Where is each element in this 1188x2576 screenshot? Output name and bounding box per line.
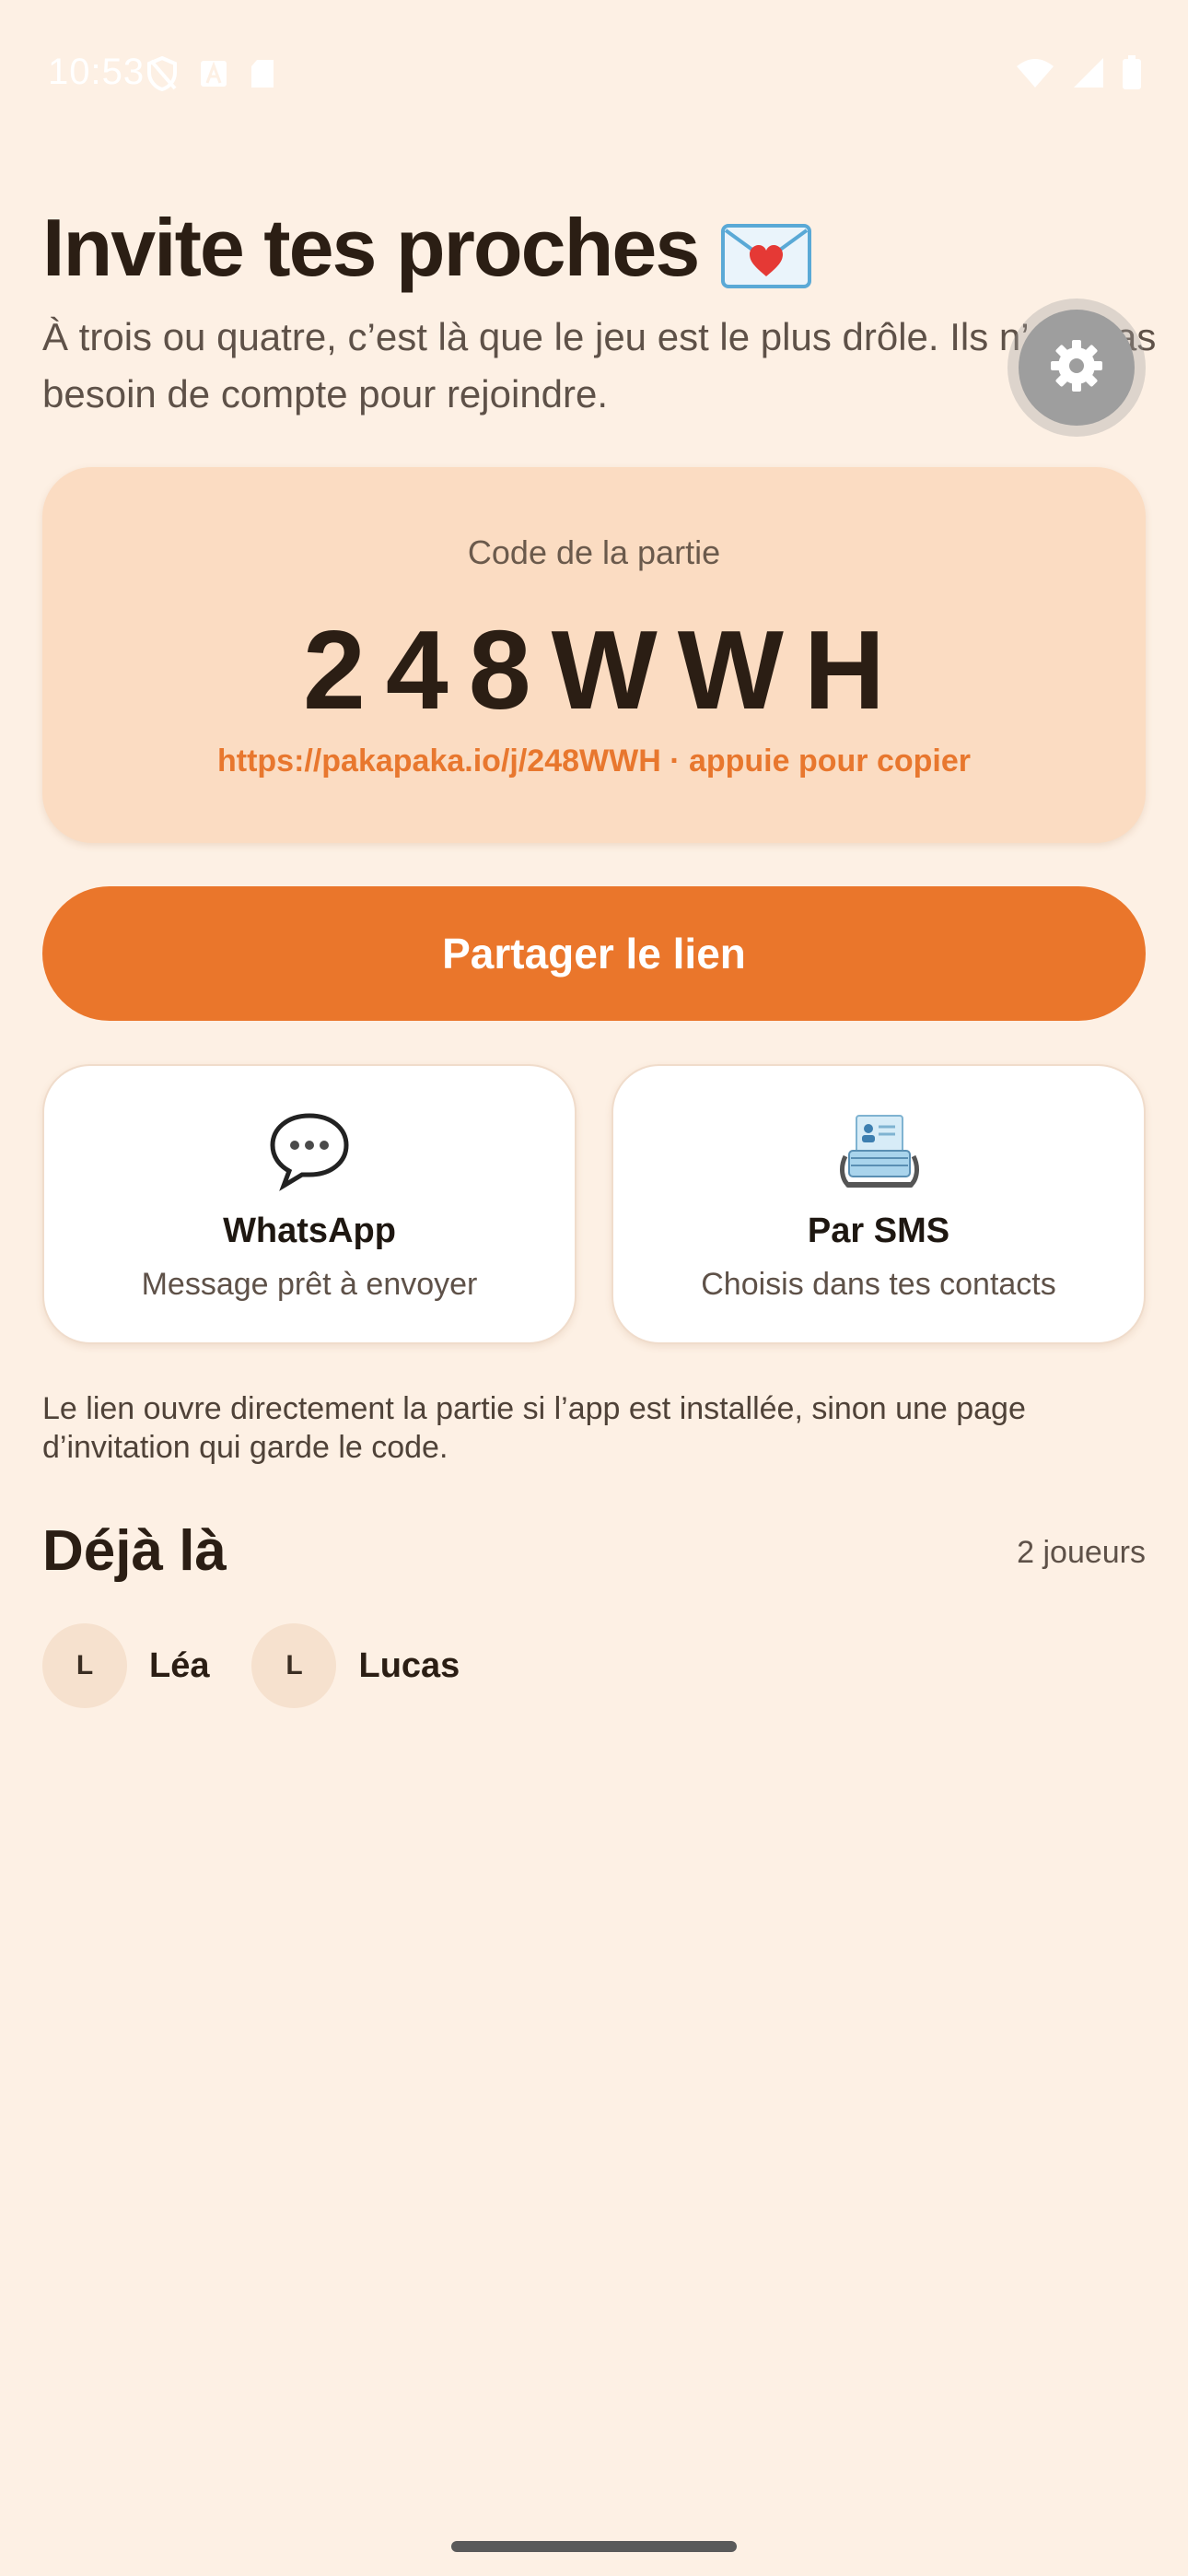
page-title: Invite tes proches [42, 201, 812, 295]
rolodex-icon [613, 1110, 1144, 1195]
settings-button[interactable] [1007, 299, 1146, 437]
status-bar: 10:53 [0, 0, 1188, 147]
player-item: L Léa [42, 1623, 209, 1708]
battery-icon [1122, 55, 1142, 95]
wifi-icon [1015, 57, 1055, 93]
shield-off-icon [146, 55, 179, 97]
page-title-text: Invite tes proches [42, 202, 700, 293]
player-item: L Lucas [251, 1623, 460, 1708]
player-count: 2 joueurs [1017, 1535, 1146, 1570]
gear-icon [1047, 336, 1106, 400]
code-label: Code de la partie [467, 533, 721, 571]
love-letter-icon [720, 215, 812, 288]
settings-button-inner [1019, 310, 1135, 426]
signal-icon [1072, 56, 1105, 94]
page-subtitle: À trois ou quatre, c’est là que le jeu e… [42, 315, 1157, 416]
status-icons-right [1015, 55, 1142, 95]
option-subtitle: Choisis dans tes contacts [701, 1267, 1056, 1302]
sd-card-icon [249, 58, 276, 94]
avatar: L [251, 1623, 337, 1708]
info-text: Le lien ouvre directement la partie si l… [42, 1391, 1026, 1465]
home-indicator[interactable] [451, 2541, 737, 2552]
avatar: L [42, 1623, 127, 1708]
whatsapp-option-card[interactable]: WhatsApp Message prêt à envoyer [42, 1064, 577, 1344]
a-icon [199, 59, 228, 93]
status-icons-left [146, 55, 276, 97]
option-title: Par SMS [807, 1212, 950, 1250]
game-code-card[interactable]: Code de la partie 248WWH https://pakapak… [42, 467, 1146, 843]
invite-link[interactable]: https://pakapaka.io/j/248WWH · appuie po… [42, 744, 1146, 779]
player-name: Léa [149, 1645, 210, 1685]
sms-option-card[interactable]: Par SMS Choisis dans tes contacts [611, 1064, 1146, 1344]
speech-bubble-icon [44, 1110, 575, 1195]
option-subtitle: Message prêt à envoyer [141, 1267, 478, 1302]
game-code: 248WWH [303, 607, 905, 732]
invite-screen: 10:53 Invite tes proches À trois ou quat… [0, 0, 1188, 2576]
option-title: WhatsApp [223, 1212, 396, 1250]
share-link-button[interactable]: Partager le lien [42, 886, 1146, 1021]
player-name: Lucas [358, 1645, 460, 1685]
players-list: L Léa L Lucas [42, 1623, 460, 1708]
status-time: 10:53 [48, 52, 146, 92]
players-section-title: Déjà là [42, 1519, 227, 1583]
